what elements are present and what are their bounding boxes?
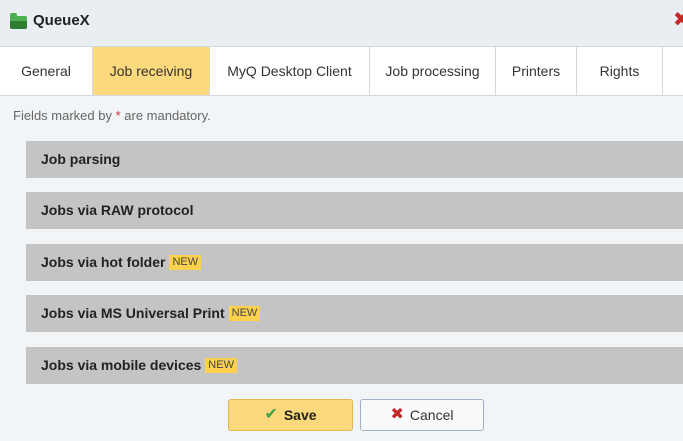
section-jobs-via-raw-protocol[interactable]: Jobs via RAW protocol — [26, 192, 683, 229]
tab-myq-desktop-client[interactable]: MyQ Desktop Client — [210, 47, 370, 95]
cross-icon: ✖ — [390, 406, 404, 423]
mandatory-note: Fields marked by * are mandatory. — [13, 108, 211, 123]
tab-bar: General Job receiving MyQ Desktop Client… — [0, 47, 683, 96]
queue-settings-window: QueueX ✖ General Job receiving MyQ Deskt… — [0, 0, 683, 441]
section-jobs-via-ms-universal-print[interactable]: Jobs via MS Universal Print NEW — [26, 295, 683, 332]
new-badge: NEW — [205, 357, 237, 373]
section-jobs-via-mobile-devices[interactable]: Jobs via mobile devices NEW — [26, 347, 683, 384]
window-title: QueueX — [33, 12, 90, 29]
job-receiving-panel: Fields marked by * are mandatory. Job pa… — [0, 96, 683, 441]
section-job-parsing[interactable]: Job parsing — [26, 141, 683, 178]
tab-job-processing[interactable]: Job processing — [370, 47, 496, 95]
mandatory-note-suffix: are mandatory. — [120, 108, 211, 123]
cancel-label: Cancel — [409, 407, 454, 423]
section-label: Job parsing — [41, 151, 121, 167]
section-label: Jobs via hot folder — [41, 254, 166, 270]
close-icon[interactable]: ✖ — [673, 10, 683, 30]
save-label: Save — [283, 407, 317, 423]
folder-icon — [10, 13, 27, 29]
new-badge: NEW — [169, 254, 202, 270]
checkmark-icon: ✔ — [264, 406, 278, 423]
tab-general[interactable]: General — [0, 47, 93, 95]
section-jobs-via-hot-folder[interactable]: Jobs via hot folder NEW — [26, 244, 683, 281]
tab-rights[interactable]: Rights — [577, 47, 663, 95]
save-button[interactable]: ✔ Save — [228, 399, 353, 431]
mandatory-note-prefix: Fields marked by — [13, 108, 116, 123]
tab-printers[interactable]: Printers — [496, 47, 577, 95]
new-badge: NEW — [228, 305, 261, 321]
section-label: Jobs via mobile devices — [41, 357, 202, 373]
section-label: Jobs via MS Universal Print — [41, 305, 225, 321]
section-label: Jobs via RAW protocol — [41, 202, 194, 218]
tab-job-receiving[interactable]: Job receiving — [93, 47, 210, 95]
cancel-button[interactable]: ✖ Cancel — [360, 399, 484, 431]
title-bar: QueueX ✖ — [0, 0, 683, 47]
